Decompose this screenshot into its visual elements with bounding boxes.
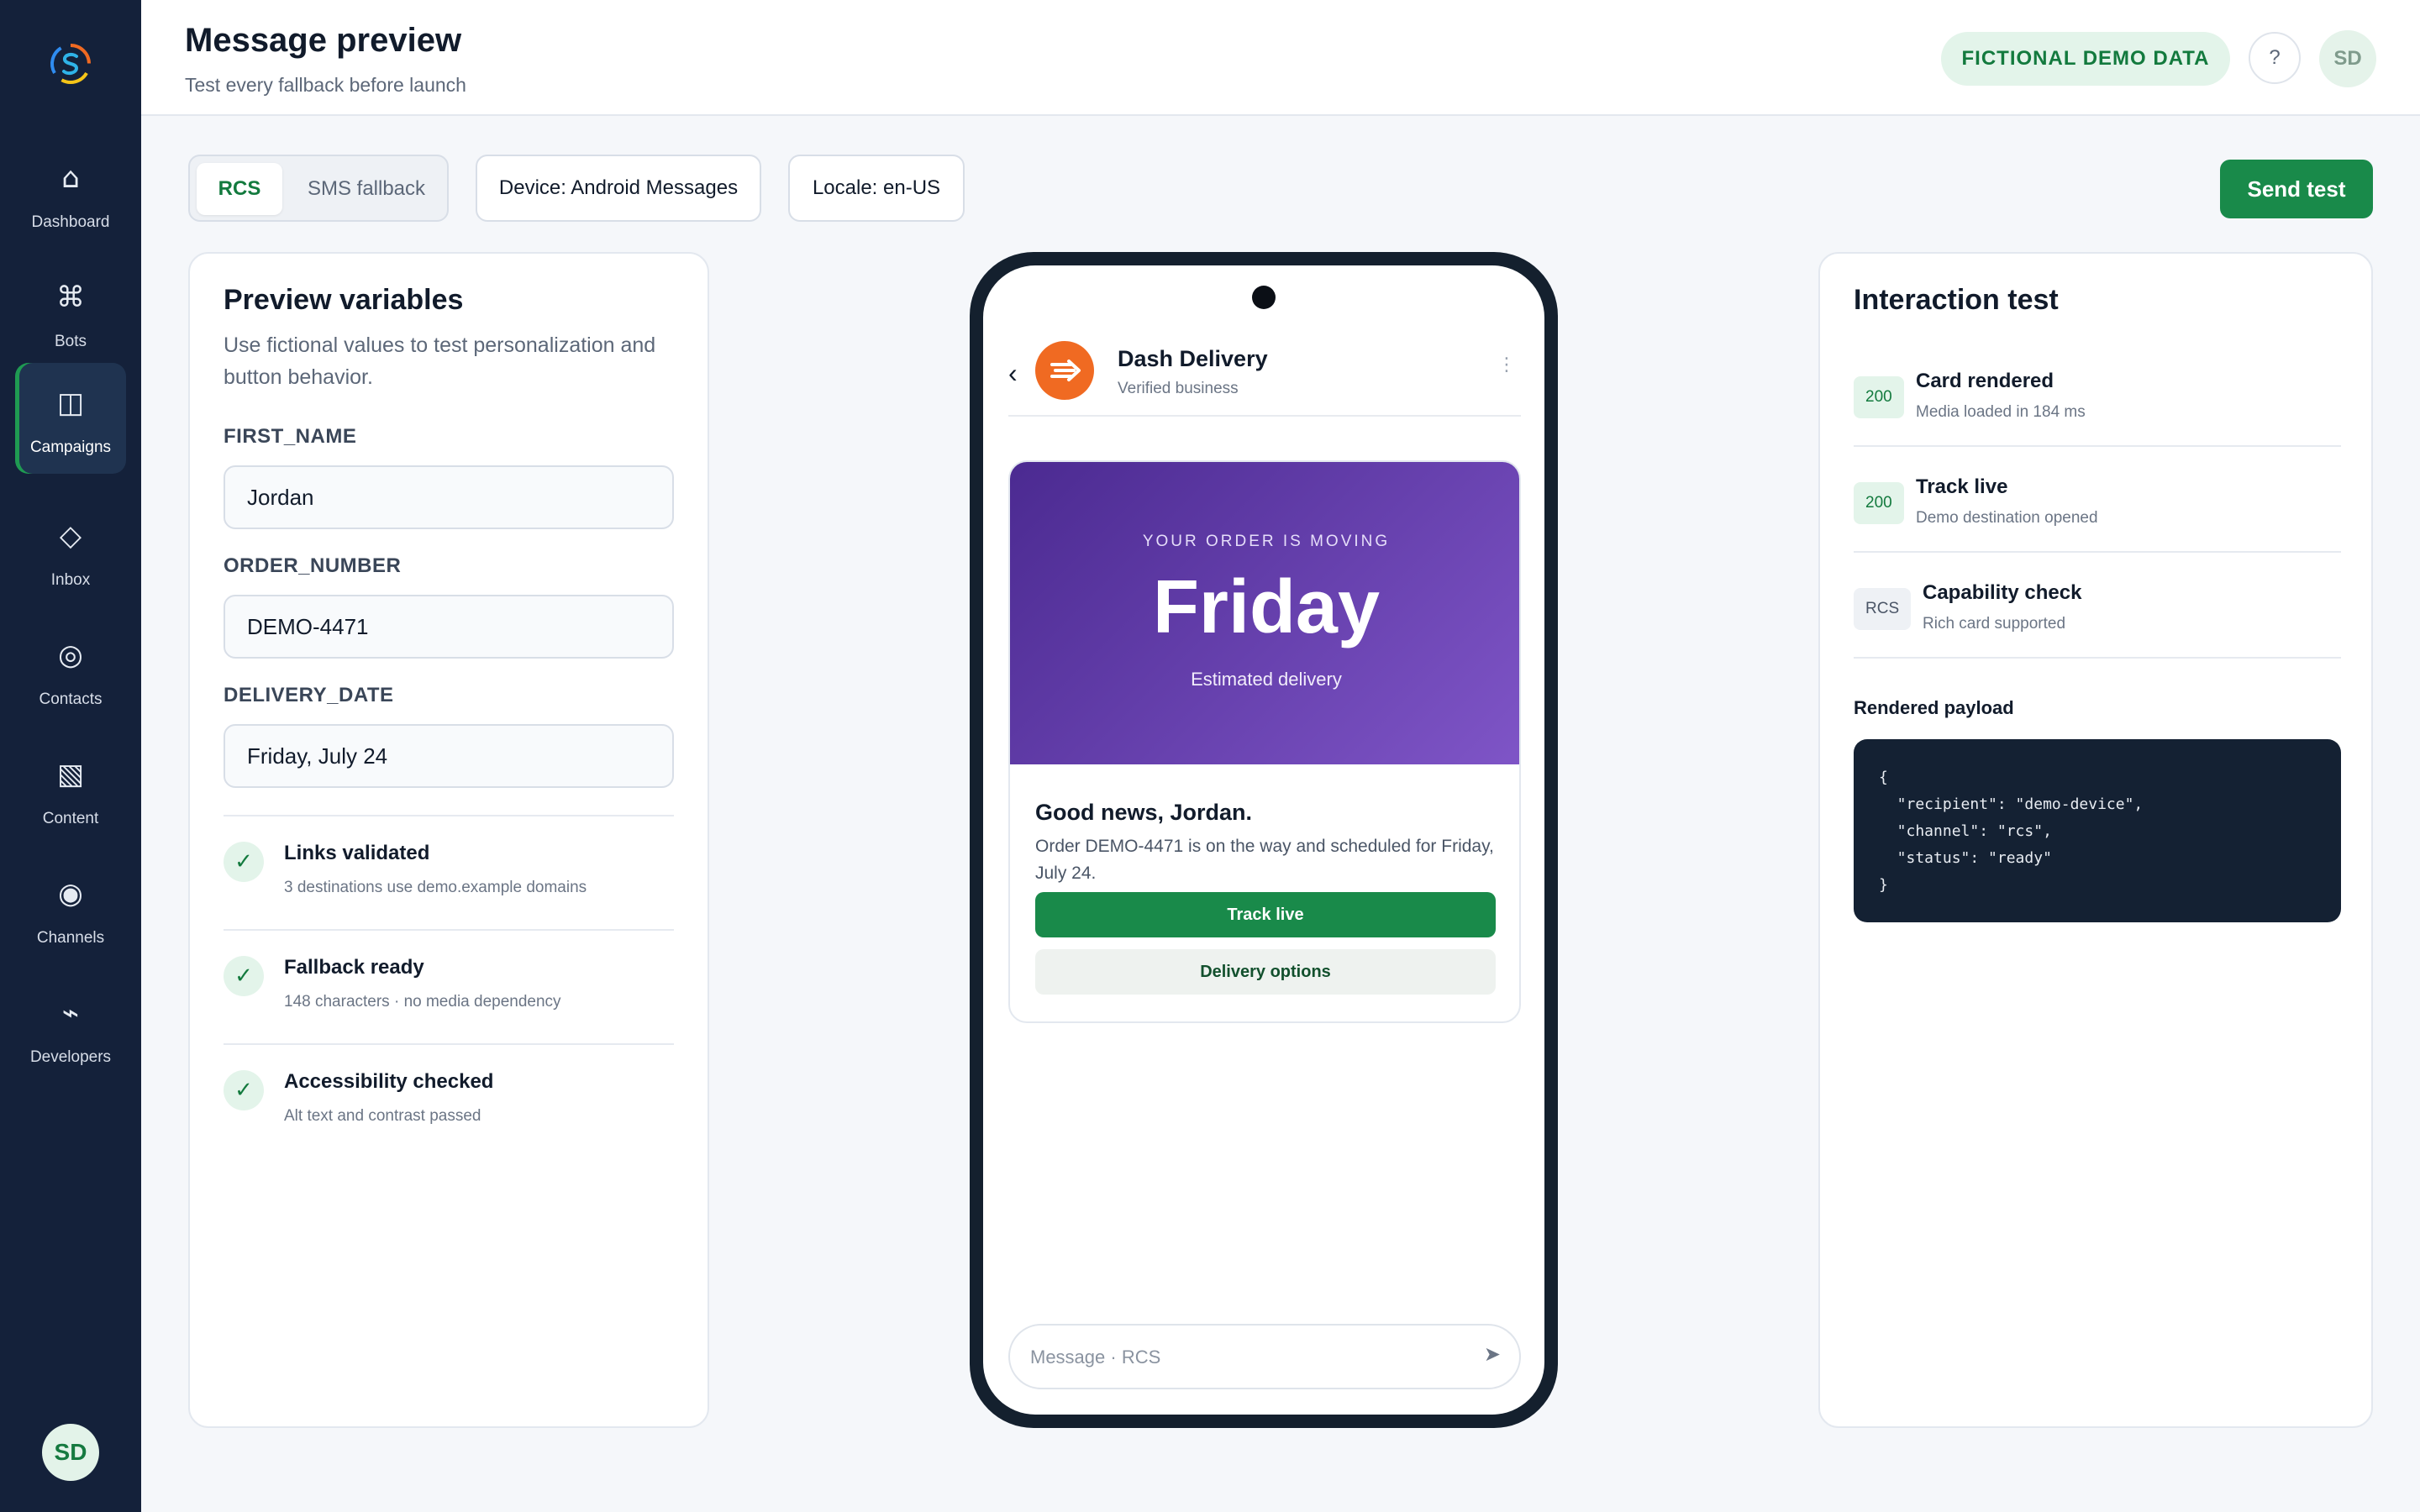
interaction-subtitle: Media loaded in 184 ms — [1916, 403, 2086, 421]
check-icon: ✓ — [224, 842, 264, 882]
rich-card-hero: YOUR ORDER IS MOVING Friday Estimated de… — [1010, 462, 1519, 764]
brand-name: Dash Delivery — [1118, 346, 1268, 371]
sidebar-item-label: Bots — [54, 333, 87, 350]
demo-data-badge: FICTIONAL DEMO DATA — [1941, 32, 2230, 86]
sidebar-item-content[interactable]: ▧ Content — [15, 734, 126, 845]
status-badge: 200 — [1854, 376, 1904, 418]
header-avatar[interactable]: SD — [2319, 30, 2376, 87]
sidebar-item-label: Contacts — [39, 690, 103, 708]
help-button[interactable]: ? — [2249, 32, 2301, 84]
channel-toggle: RCS SMS fallback — [188, 155, 449, 222]
interaction-subtitle: Rich card supported — [1923, 615, 2066, 633]
sidebar-item-label: Channels — [36, 929, 105, 947]
check-icon: ✓ — [224, 956, 264, 996]
message-body: Order DEMO-4471 is on the way and schedu… — [1035, 837, 1494, 883]
rich-card: YOUR ORDER IS MOVING Friday Estimated de… — [1008, 460, 1521, 1023]
check-title: Links validated — [284, 842, 430, 864]
sidebar-item-inbox[interactable]: ◇ Inbox — [15, 496, 126, 606]
sidebar-item-label: Inbox — [50, 571, 91, 589]
panel-title: Interaction test — [1854, 284, 2059, 316]
brand-verified-status: Verified business — [1118, 380, 1239, 397]
send-test-button[interactable]: Send test — [2220, 160, 2373, 218]
interaction-title: Card rendered — [1916, 370, 2054, 392]
check-title: Fallback ready — [284, 956, 424, 979]
chat-header: ‹ Dash Delivery Verified business ⋮ — [1008, 333, 1521, 417]
contacts-icon: ◎ — [58, 638, 83, 672]
order-number-label: ORDER_NUMBER — [224, 554, 402, 577]
interaction-title: Track live — [1916, 475, 2008, 498]
message-composer: ➤ — [1008, 1324, 1521, 1389]
camera-dot — [1252, 286, 1276, 309]
interaction-row: RCS Capability check Rich card supported — [1854, 553, 2341, 659]
sidebar-item-developers[interactable]: ⌁ Developers — [15, 973, 126, 1084]
sidebar-item-label: Developers — [29, 1048, 112, 1066]
home-icon: ⌂ — [61, 161, 80, 195]
check-subtitle: Alt text and contrast passed — [284, 1107, 481, 1125]
payload-label: Rendered payload — [1854, 697, 2014, 718]
message-input[interactable] — [1030, 1344, 1450, 1371]
panel-description: Use fictional values to test personaliza… — [224, 333, 656, 389]
page-subtitle: Test every fallback before launch — [185, 74, 466, 96]
device-select[interactable]: Device: Android Messages — [476, 155, 761, 222]
delivery-date-label: DELIVERY_DATE — [224, 684, 394, 706]
channels-icon: ◉ — [58, 877, 83, 911]
panel-title: Preview variables — [224, 284, 464, 316]
sidebar-item-campaigns[interactable]: ◫ Campaigns — [15, 363, 126, 474]
interaction-subtitle: Demo destination opened — [1916, 509, 2098, 527]
sidebar-item-dashboard[interactable]: ⌂ Dashboard — [15, 138, 126, 249]
sidebar-item-bots[interactable]: ⌘ Bots — [15, 257, 126, 368]
sidebar-item-label: Campaigns — [29, 438, 112, 456]
first-name-label: FIRST_NAME — [224, 425, 357, 448]
payload-code: { "recipient": "demo-device", "channel":… — [1879, 769, 2144, 894]
brand-logo — [1035, 341, 1094, 400]
message-title: Good news, Jordan. — [1035, 800, 1253, 825]
sidebar-item-channels[interactable]: ◉ Channels — [15, 853, 126, 964]
hero-headline: Friday — [1152, 565, 1381, 649]
phone-preview: ‹ Dash Delivery Verified business ⋮ YOUR… — [970, 252, 1558, 1428]
divider — [224, 1043, 674, 1045]
content-icon: ▧ — [56, 758, 85, 791]
columns-icon: ◫ — [56, 386, 85, 420]
check-subtitle: 3 destinations use demo.example domains — [284, 879, 587, 896]
check-subtitle: 148 characters · no media dependency — [284, 993, 561, 1011]
channel-option-rcs[interactable]: RCS — [197, 163, 282, 215]
locale-select[interactable]: Locale: en-US — [788, 155, 965, 222]
sidebar: ⌂ Dashboard ⌘ Bots ◫ Campaigns ◇ Inbox ◎… — [0, 0, 141, 1512]
delivery-date-field[interactable]: Friday, July 24 — [224, 724, 674, 788]
status-badge: 200 — [1854, 482, 1904, 524]
divider — [224, 929, 674, 931]
channel-option-sms-fallback[interactable]: SMS fallback — [292, 163, 440, 215]
interaction-row: 200 Card rendered Media loaded in 184 ms — [1854, 341, 2341, 447]
sidebar-item-label: Dashboard — [31, 213, 110, 231]
page-title: Message preview — [185, 22, 462, 59]
delivery-options-button[interactable]: Delivery options — [1035, 949, 1496, 995]
check-title: Accessibility checked — [284, 1070, 494, 1093]
app-logo[interactable] — [47, 40, 94, 87]
first-name-field[interactable]: Jordan — [224, 465, 674, 529]
delivery-arrow-icon — [1050, 360, 1081, 381]
developers-icon: ⌁ — [61, 996, 80, 1030]
track-live-button[interactable]: Track live — [1035, 892, 1496, 937]
hero-eyebrow: YOUR ORDER IS MOVING — [1142, 533, 1391, 550]
order-number-field[interactable]: DEMO-4471 — [224, 595, 674, 659]
more-options-icon[interactable]: ⋮ — [1497, 354, 1516, 375]
interaction-title: Capability check — [1923, 581, 2082, 604]
interaction-test-panel: Interaction test 200 Card rendered Media… — [1818, 252, 2373, 1428]
user-avatar[interactable]: SD — [42, 1424, 99, 1481]
check-icon: ✓ — [224, 1070, 264, 1110]
sidebar-item-contacts[interactable]: ◎ Contacts — [15, 615, 126, 726]
hero-caption: Estimated delivery — [1191, 669, 1342, 690]
sidebar-item-label: Content — [42, 810, 99, 827]
preview-variables-panel: Preview variables Use fictional values t… — [188, 252, 709, 1428]
command-icon: ⌘ — [56, 281, 85, 314]
diamond-icon: ◇ — [59, 519, 82, 553]
payload-code-block: { "recipient": "demo-device", "channel":… — [1854, 739, 2341, 922]
interaction-row: 200 Track live Demo destination opened — [1854, 447, 2341, 553]
status-badge: RCS — [1854, 588, 1912, 630]
phone-screen: ‹ Dash Delivery Verified business ⋮ YOUR… — [983, 265, 1544, 1415]
page-header: Message preview Test every fallback befo… — [141, 0, 2420, 116]
back-icon[interactable]: ‹ — [1008, 358, 1018, 389]
send-icon[interactable]: ➤ — [1484, 1342, 1501, 1366]
divider — [224, 815, 674, 816]
